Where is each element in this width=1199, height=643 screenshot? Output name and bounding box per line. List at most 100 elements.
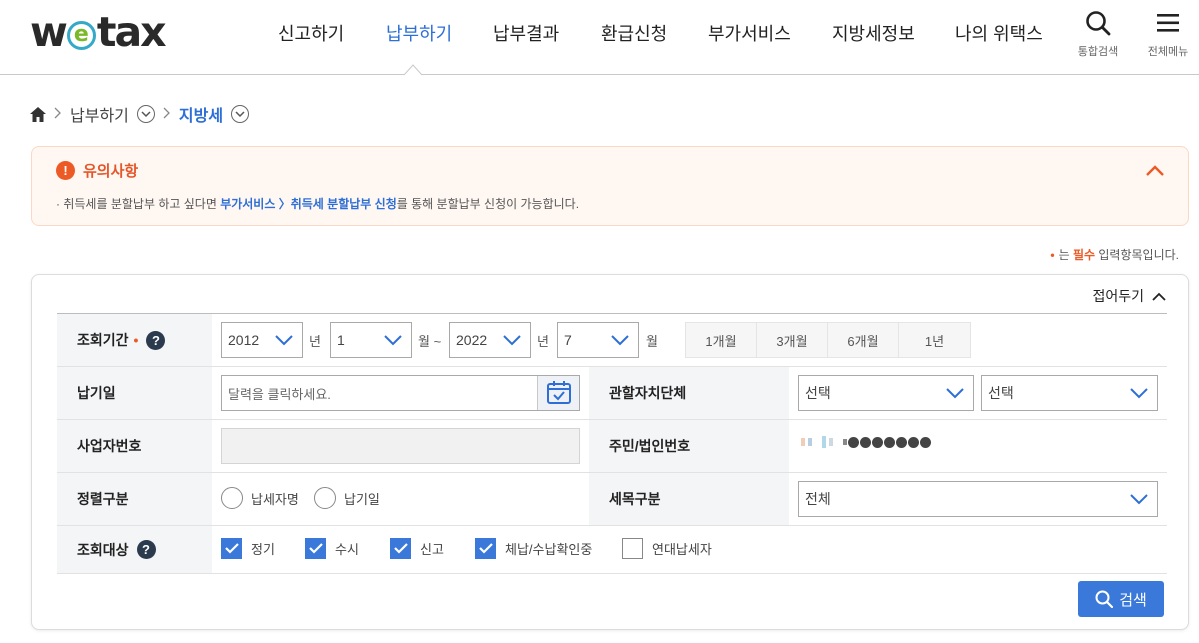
chevron-down-icon [384, 335, 402, 346]
notice-body: · 취득세를 분할납부 하고 싶다면 부가서비스 〉취득세 분할납부 신청를 통… [56, 195, 579, 212]
sort-radio-due-date-label: 납기일 [344, 491, 380, 507]
nav-item-refund[interactable]: 환급신청 [601, 20, 667, 46]
local-gov-label-cell: 관할자치단체 [589, 367, 789, 419]
end-year-value: 2022 [456, 332, 488, 348]
checkbox-checked [221, 538, 242, 559]
pay-date-input[interactable]: 달력을 클릭하세요. [221, 375, 580, 411]
resident-no-masked [801, 436, 932, 448]
breadcrumb-separator [54, 107, 62, 122]
search-icon [1086, 11, 1111, 36]
target-check-joint-taxpayer-label: 연대납세자 [652, 542, 712, 557]
notice-body-post: 를 통해 분할납부 신청이 가능합니다. [396, 197, 580, 211]
notice-title-text: 유의사항 [83, 163, 139, 180]
start-month-unit: 월 ~ [418, 334, 442, 349]
breadcrumb-item-local-tax-label: 지방세 [178, 108, 224, 125]
end-month-select[interactable]: 7 [557, 322, 639, 358]
target-check-report[interactable]: 신고 [390, 538, 444, 559]
chevron-down-icon [231, 105, 250, 123]
local-gov-select-2[interactable]: 선택 [981, 375, 1158, 411]
sort-radio-taxpayer[interactable]: 납세자명 [221, 487, 299, 509]
help-icon[interactable]: ? [136, 540, 156, 559]
hamburger-icon [1157, 14, 1179, 32]
period-1-month-button[interactable]: 1개월 [686, 323, 757, 357]
pay-date-cell: 달력을 클릭하세요. [212, 367, 589, 419]
target-check-joint-taxpayer[interactable]: 연대납세자 [622, 538, 712, 559]
business-no-cell [212, 420, 589, 472]
local-gov-cell: 선택 선택 [789, 367, 1167, 419]
sort-label-cell: 정렬구분 [57, 473, 212, 525]
chevron-down-icon [946, 388, 964, 399]
search-button[interactable]: 검색 [1078, 581, 1164, 617]
wetax-logo[interactable]: w e tax [30, 8, 167, 56]
home-icon[interactable] [30, 106, 46, 122]
help-icon[interactable]: ? [146, 330, 166, 350]
required-note-em: 필수 [1072, 248, 1096, 262]
target-check-regular[interactable]: 정기 [221, 538, 275, 559]
tax-type-label: 세목구분 [609, 491, 661, 507]
breadcrumb-item-local-tax[interactable]: 지방세 [178, 102, 250, 126]
nav-item-report[interactable]: 신고하기 [278, 20, 344, 46]
chevron-down-icon [503, 335, 521, 346]
local-gov-label: 관할자치단체 [609, 385, 687, 401]
start-month-select[interactable]: 1 [330, 322, 412, 358]
nav-item-my-wetax[interactable]: 나의 위택스 [955, 20, 1043, 46]
chevron-up-icon[interactable] [1144, 163, 1166, 179]
target-check-occasional[interactable]: 수시 [305, 538, 359, 559]
notice-title: ! 유의사항 [56, 160, 138, 181]
chevron-down-icon [1130, 388, 1148, 399]
search-button-label: 검색 [1119, 591, 1147, 609]
period-3-month-button[interactable]: 3개월 [757, 323, 828, 357]
check-icon [224, 543, 239, 554]
pay-date-label: 납기일 [77, 385, 116, 401]
nav-item-extra-services[interactable]: 부가서비스 [708, 20, 791, 46]
logo-e-mark: e [66, 20, 96, 50]
target-label-cell: 조회대상 ? [57, 526, 212, 573]
local-gov-select-2-value: 선택 [988, 385, 1014, 401]
target-check-regular-label: 정기 [251, 542, 275, 557]
nav-item-pay-result[interactable]: 납부결과 [493, 20, 559, 46]
fold-button[interactable]: 접어두기 [1092, 286, 1166, 306]
sort-radio-due-date[interactable]: 납기일 [314, 487, 380, 509]
calendar-button[interactable] [537, 376, 579, 410]
resident-no-label-cell: 주민/법인번호 [589, 420, 789, 472]
end-month-unit: 월 [646, 334, 658, 349]
checkbox-unchecked [622, 538, 643, 559]
local-gov-select-1[interactable]: 선택 [798, 375, 974, 411]
target-check-occasional-label: 수시 [335, 542, 359, 557]
full-menu[interactable]: 전체메뉴 [1138, 10, 1198, 59]
quick-period-group: 1개월 3개월 6개월 1년 [685, 322, 971, 358]
breadcrumb-item-pay-label: 납부하기 [70, 108, 129, 125]
calendar-icon [546, 381, 571, 404]
nav-item-local-tax-info[interactable]: 지방세정보 [832, 20, 915, 46]
chevron-down-icon [136, 105, 155, 123]
row-business-no: 사업자번호 주민/법인번호 [57, 420, 1167, 473]
search-panel: 접어두기 조회기간 • ? 2012 년 1 월 ~ 2022 년 7 월 1개… [31, 274, 1189, 630]
nav-item-pay[interactable]: 납부하기 [386, 20, 452, 46]
start-year-select[interactable]: 2012 [221, 322, 303, 358]
tax-type-select[interactable]: 전체 [798, 481, 1158, 517]
business-no-label: 사업자번호 [77, 438, 142, 454]
period-1-year-button[interactable]: 1년 [899, 323, 970, 357]
integrated-search[interactable]: 통합검색 [1068, 10, 1128, 59]
warning-icon: ! [56, 161, 75, 180]
local-gov-select-1-value: 선택 [805, 385, 831, 401]
notice-link-installment[interactable]: 부가서비스 〉취득세 분할납부 신청 [220, 197, 397, 211]
check-icon [478, 543, 493, 554]
business-no-input [221, 428, 580, 464]
row-pay-date: 납기일 달력을 클릭하세요. 관할자치단체 선택 선택 [57, 367, 1167, 420]
business-no-label-cell: 사업자번호 [57, 420, 212, 472]
sort-label: 정렬구분 [77, 491, 129, 507]
period-label: 조회기간 [77, 332, 129, 348]
required-note: • 는 필수 입력항목입니다. [1050, 246, 1179, 263]
breadcrumb-item-pay[interactable]: 납부하기 [70, 102, 155, 126]
period-6-month-button[interactable]: 6개월 [828, 323, 899, 357]
end-year-select[interactable]: 2022 [449, 322, 531, 358]
resident-no-cell [789, 420, 1167, 472]
pay-date-placeholder: 달력을 클릭하세요. [228, 386, 331, 402]
chevron-up-icon [1152, 292, 1166, 301]
end-year-unit: 년 [537, 334, 549, 349]
target-check-arrears[interactable]: 체납/수납확인중 [475, 538, 592, 559]
chevron-down-icon [1130, 494, 1148, 505]
target-cell: 정기 수시 신고 체납/수납확인중 연대납세자 [212, 526, 1167, 573]
resident-no-label: 주민/법인번호 [609, 438, 691, 454]
